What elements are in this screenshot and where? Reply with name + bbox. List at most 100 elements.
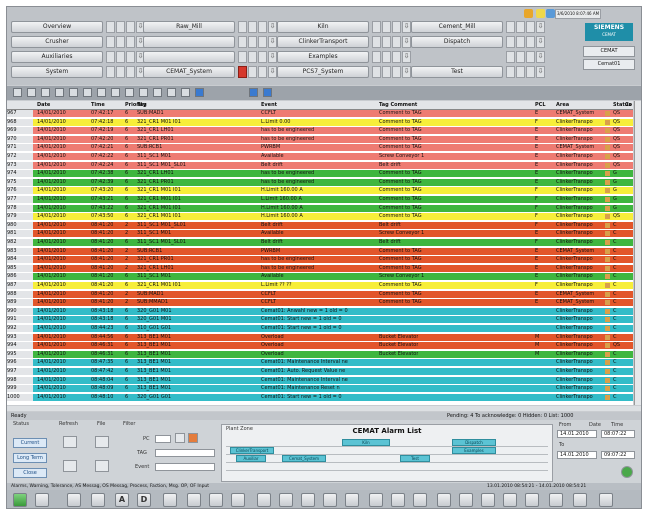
table-row[interactable]: 978 14/01/2010 07:43:22 6 321_CR1 M01 I01 H.L… <box>7 204 633 212</box>
loop-icon[interactable] <box>599 493 613 507</box>
nav-indicator[interactable] <box>238 21 247 33</box>
nav-arrow-icon[interactable]: ⇩ <box>402 36 411 48</box>
nav-indicator[interactable] <box>382 66 391 78</box>
nav-indicator[interactable] <box>372 21 381 33</box>
nav-arrow-icon[interactable]: ⇩ <box>268 51 277 63</box>
nav-indicator[interactable] <box>392 51 401 63</box>
copy-icon[interactable] <box>503 493 517 507</box>
find-icon[interactable] <box>111 88 120 97</box>
plant-zone-button[interactable]: Examples <box>452 447 496 454</box>
pc-select[interactable] <box>155 435 171 443</box>
save-icon[interactable] <box>63 460 77 472</box>
nav-indicator[interactable] <box>258 21 267 33</box>
down-icon[interactable] <box>279 493 293 507</box>
table-row[interactable]: 992 14/01/2010 08:44:23 6 310_G01 G01 Cemat01… <box>7 325 633 332</box>
exit-icon[interactable] <box>549 493 563 507</box>
nav-indicator[interactable] <box>238 36 247 48</box>
ack-icon[interactable] <box>13 88 22 97</box>
info-icon[interactable] <box>263 88 272 97</box>
nav-indicator[interactable] <box>506 66 515 78</box>
nav-indicator[interactable] <box>372 51 381 63</box>
table-row[interactable]: 980 14/01/2010 08:41:20 2 311_SC1 M01_SL01 Be… <box>7 221 633 229</box>
from-time-field[interactable]: 08:07:22 <box>601 430 635 438</box>
nav-button-2-1[interactable] <box>143 51 235 63</box>
nav-indicator[interactable] <box>258 66 267 78</box>
column-header[interactable]: Event <box>261 101 277 109</box>
table-row[interactable]: 990 14/01/2010 08:43:18 6 320_G01 M01 Cemat01… <box>7 307 633 315</box>
nav-indicator[interactable] <box>516 66 525 78</box>
column-header[interactable]: Tag Comment <box>379 101 417 109</box>
up-icon[interactable] <box>257 493 271 507</box>
table-row[interactable]: 983 14/01/2010 08:41:20 2 SUB:RCB1 PWRBM Comme… <box>7 247 633 255</box>
column-header[interactable]: Co <box>625 101 632 109</box>
nav-indicator[interactable] <box>116 51 125 63</box>
acknowledge-icon[interactable] <box>91 493 105 507</box>
nav-indicator[interactable] <box>526 66 535 78</box>
open-file-icon[interactable] <box>95 436 109 448</box>
plant-zone-button[interactable]: Kiln <box>342 439 390 446</box>
print-icon[interactable] <box>69 88 78 97</box>
refresh-icon[interactable] <box>63 436 77 448</box>
horizontal-scrollbar[interactable] <box>7 406 641 411</box>
nav-button-1-1[interactable] <box>143 36 235 48</box>
play-icon[interactable] <box>13 493 27 507</box>
last-icon[interactable] <box>167 88 176 97</box>
table-row[interactable]: 995 14/01/2010 08:46:31 6 313_BE1 M01 Overloa… <box>7 350 633 358</box>
settings-icon[interactable] <box>249 88 258 97</box>
nav-indicator[interactable] <box>382 51 391 63</box>
table-row[interactable]: 979 14/01/2010 07:43:50 6 321_CR1 M01 I01 H.L… <box>7 213 633 221</box>
vertical-scrollbar[interactable] <box>634 101 641 405</box>
help-icon[interactable] <box>181 88 190 97</box>
nav-indicator[interactable] <box>392 21 401 33</box>
status-icon[interactable] <box>605 128 610 134</box>
ack-all-icon[interactable] <box>27 88 36 97</box>
column-header[interactable]: Tag <box>137 101 147 109</box>
table-row[interactable]: 975 14/01/2010 07:42:39 6 321_CR1 PR01 has to… <box>7 178 633 186</box>
info-icon[interactable] <box>546 9 555 18</box>
open-icon[interactable] <box>369 493 383 507</box>
nav-indicator[interactable] <box>258 51 267 63</box>
a-button[interactable]: A <box>115 493 129 507</box>
nav-indicator[interactable] <box>382 36 391 48</box>
nav-button-0-1[interactable]: Raw_Mill <box>143 21 235 33</box>
refresh-icon[interactable] <box>195 88 204 97</box>
nav-indicator[interactable] <box>506 51 515 63</box>
nav-indicator[interactable] <box>126 66 135 78</box>
to-time-field[interactable]: 09:07:22 <box>601 451 635 459</box>
cemat-button[interactable]: CEMAT <box>583 46 635 57</box>
status-icon[interactable] <box>605 231 610 237</box>
alarm-indicator[interactable] <box>238 66 247 78</box>
nav-icon[interactable] <box>345 493 359 507</box>
lock-icon[interactable] <box>97 88 106 97</box>
nav-indicator[interactable] <box>372 36 381 48</box>
nav-indicator[interactable] <box>516 36 525 48</box>
status-icon[interactable] <box>605 214 610 220</box>
nav-arrow-icon[interactable]: ⇩ <box>402 51 411 63</box>
nav-arrow-icon[interactable]: ⇩ <box>268 21 277 33</box>
status-icon[interactable] <box>605 291 610 297</box>
nav-indicator[interactable] <box>248 21 257 33</box>
nav-button-1-2[interactable]: ClinkerTransport <box>277 36 369 48</box>
status-icon[interactable] <box>605 154 610 159</box>
table-row[interactable]: 985 14/01/2010 08:41:20 2 321_CR1 LH01 has to… <box>7 264 633 272</box>
nav-arrow-icon[interactable]: ⇩ <box>536 21 545 33</box>
table-row[interactable]: 970 14/01/2010 07:42:20 6 321_CR1 PR01 has to… <box>7 135 633 143</box>
nav-button-3-2[interactable]: PCS7_System <box>277 66 369 78</box>
status-icon[interactable] <box>605 274 610 280</box>
nav-indicator[interactable] <box>126 36 135 48</box>
nav-indicator[interactable] <box>126 21 135 33</box>
status-icon[interactable] <box>605 360 610 366</box>
nav-indicator[interactable] <box>372 66 381 78</box>
table-row[interactable]: 993 14/01/2010 08:44:56 6 313_BE1 M01 Overloa… <box>7 333 633 341</box>
status-icon[interactable] <box>605 248 610 254</box>
nav-indicator[interactable] <box>392 66 401 78</box>
nav-button-0-0[interactable]: Overview <box>11 21 103 33</box>
status-icon[interactable] <box>605 300 610 306</box>
table-row[interactable]: 969 14/01/2010 07:42:19 6 321_CR1 LH01 has to… <box>7 127 633 135</box>
table-row[interactable]: 986 14/01/2010 08:41:20 6 311_SC1 M01 Availab… <box>7 273 633 281</box>
nav-indicator[interactable] <box>506 36 515 48</box>
nav-indicator[interactable] <box>516 21 525 33</box>
right-icon[interactable] <box>323 493 337 507</box>
nav-indicator[interactable] <box>258 36 267 48</box>
table-row[interactable]: 1000 14/01/2010 08:48:10 6 320_G01 G01 Cemat0… <box>7 393 633 401</box>
